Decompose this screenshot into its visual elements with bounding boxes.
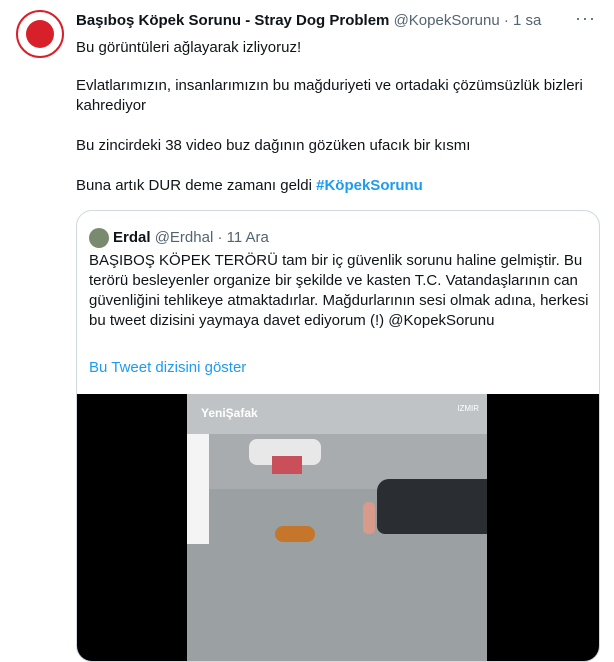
avatar-logo-icon <box>26 20 54 48</box>
tweet-paragraph: Evlatlarımızın, insanlarımızın bu mağdur… <box>76 77 583 114</box>
video-child <box>363 502 375 534</box>
quoted-display-name: Erdal <box>113 229 151 246</box>
show-thread-link[interactable]: Bu Tweet dizisini göster <box>89 359 246 376</box>
separator-dot: · <box>503 12 509 29</box>
tweet-time[interactable]: 1 sa <box>513 12 541 29</box>
display-name[interactable]: Başıboş Köpek Sorunu - Stray Dog Problem <box>76 12 389 29</box>
quoted-handle: @Erdhal <box>154 229 214 246</box>
quoted-time: 11 Ara <box>226 229 269 246</box>
tweet-paragraph-text: Buna artık DUR deme zamanı geldi <box>76 177 317 194</box>
more-options-icon[interactable]: ··· <box>575 8 596 29</box>
video-pole <box>187 434 209 544</box>
video-logo: YeniŞafak <box>201 406 258 420</box>
video-media[interactable]: YeniŞafak IZMIR <box>77 394 599 661</box>
video-car <box>377 479 487 534</box>
quoted-header: Erdal @Erdhal · 11 Ara <box>113 229 269 246</box>
tweet-paragraph: Bu görüntüleri ağlayarak izliyoruz! <box>76 39 302 56</box>
user-handle[interactable]: @KopekSorunu <box>394 12 500 29</box>
profile-avatar[interactable] <box>16 10 64 58</box>
quoted-tweet-card[interactable]: Erdal @Erdhal · 11 Ara BAŞIBOŞ KÖPEK TER… <box>76 210 600 662</box>
video-dog <box>275 526 315 542</box>
separator-dot: · <box>217 229 223 246</box>
video-red-object <box>272 456 302 474</box>
video-frame[interactable]: YeniŞafak IZMIR <box>187 394 487 661</box>
hashtag-link[interactable]: #KöpekSorunu <box>316 177 423 194</box>
tweet-paragraph: Buna artık DUR deme zamanı geldi #KöpekS… <box>76 176 423 196</box>
tweet-header: Başıboş Köpek Sorunu - Stray Dog Problem… <box>76 12 598 32</box>
video-corner-label: IZMIR <box>457 404 479 413</box>
tweet-paragraph: Bu zincirdeki 38 video buz dağının gözük… <box>76 137 471 154</box>
quoted-avatar <box>89 228 109 248</box>
quoted-text: BAŞIBOŞ KÖPEK TERÖRÜ tam bir iç güvenlik… <box>89 252 589 329</box>
